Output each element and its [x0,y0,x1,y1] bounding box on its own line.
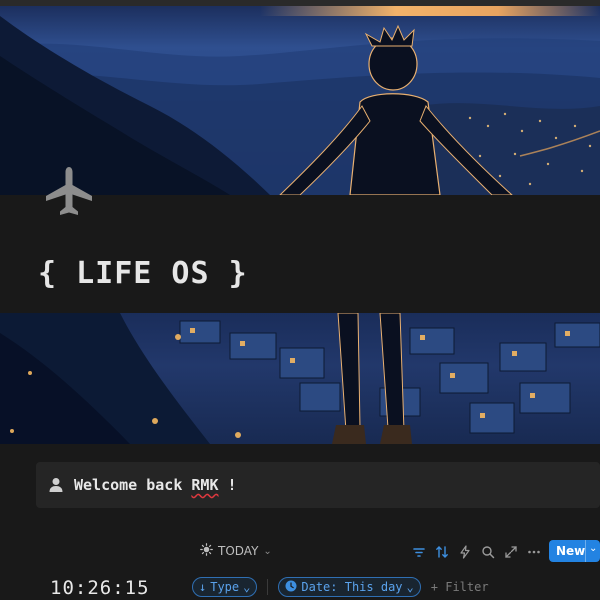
arrow-down-icon: ↓ [199,580,207,594]
cover-village-art [0,313,600,444]
welcome-username: RMK [191,476,219,494]
filter-icon[interactable] [412,544,426,558]
chevron-down-icon[interactable]: ⌄ [589,543,597,554]
welcome-greeting: Welcome back [74,476,192,494]
sun-icon [200,543,213,559]
new-button-divider [585,540,586,562]
database-toolbar [412,541,541,561]
search-icon[interactable] [481,544,495,559]
cover-image-bottom [0,313,600,444]
page-title[interactable]: { LIFE OS } [38,256,248,291]
more-icon[interactable] [527,544,541,558]
cover-sunset-glow [260,6,600,16]
expand-icon[interactable] [504,544,518,558]
filter-divider [267,579,269,595]
filter-row: ↓ Type ⌄ Date: This day ⌄ + Filter [192,577,489,597]
welcome-message: Welcome back RMK ! [74,476,237,494]
clock-icon [285,580,297,595]
filter-chip-date-label: Date: This day [301,580,403,594]
welcome-callout[interactable]: Welcome back RMK ! [36,462,600,508]
new-button[interactable]: New ⌄ [549,540,600,562]
chevron-down-icon: ⌄ [243,580,251,594]
chevron-down-icon: ⌄ [406,580,414,594]
add-filter-button[interactable]: + Filter [431,580,489,594]
automation-bolt-icon[interactable] [458,544,472,559]
new-button-label: New [556,544,586,558]
filter-chip-type-label: Type [210,580,240,594]
chevron-down-icon: ⌄ [263,545,272,557]
sort-icon[interactable] [435,544,449,558]
person-icon [48,477,64,493]
filter-chip-date[interactable]: Date: This day ⌄ [278,577,421,597]
filter-chip-type[interactable]: ↓ Type ⌄ [192,577,258,597]
view-tab-label: TODAY [218,544,259,558]
airplane-icon[interactable] [40,163,98,221]
welcome-suffix: ! [218,476,237,494]
clock-display: 10:26:15 [50,577,150,599]
view-tab-today[interactable]: TODAY ⌄ [200,541,272,561]
